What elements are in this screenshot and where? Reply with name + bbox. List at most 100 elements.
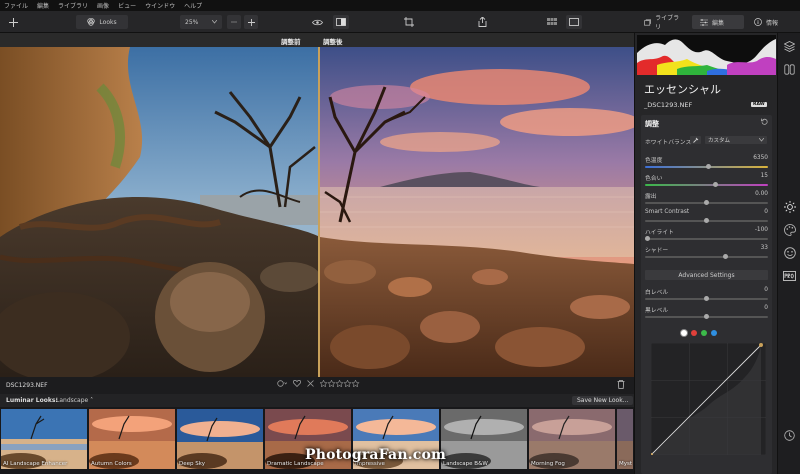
- canvas-button[interactable]: [783, 63, 796, 76]
- star-rating-icon[interactable]: [320, 380, 360, 387]
- tint-slider[interactable]: [645, 182, 768, 187]
- blacks-slider[interactable]: [645, 314, 768, 319]
- temperature-value: 6350: [753, 155, 768, 161]
- channel-rgb-button[interactable]: [681, 330, 687, 336]
- shadows-value: 33: [760, 245, 768, 251]
- eyedropper-icon: [693, 137, 699, 143]
- advanced-settings-button[interactable]: Advanced Settings: [645, 270, 768, 280]
- tab-edit[interactable]: 編集: [692, 15, 744, 29]
- menu-library[interactable]: ライブラリ: [58, 1, 88, 10]
- white-balance-value: カスタム: [708, 138, 731, 144]
- curve-channel-selector: [681, 330, 717, 336]
- tint-label: 色合い: [645, 176, 663, 182]
- slider-knob[interactable]: [713, 182, 719, 187]
- slider-knob[interactable]: [704, 314, 709, 319]
- look-name: Myst: [619, 461, 633, 467]
- slider-knob[interactable]: [704, 218, 709, 223]
- looks-icon: [87, 18, 96, 26]
- highlights-value: -100: [754, 227, 768, 233]
- white-balance-select[interactable]: カスタム: [705, 136, 767, 144]
- panel-filename: _DSC1293.NEF: [644, 101, 693, 109]
- exposure-slider[interactable]: [645, 200, 768, 205]
- temperature-label: 色温度: [645, 158, 663, 164]
- pro-icon: [783, 270, 796, 281]
- section-title: エッセンシャル: [644, 83, 721, 96]
- essentials-button[interactable]: [783, 200, 796, 213]
- tone-curve[interactable]: [651, 343, 766, 455]
- add-image-button[interactable]: [4, 15, 22, 29]
- zoom-in-button[interactable]: [244, 15, 258, 29]
- tint-value: 15: [760, 173, 768, 179]
- tab-library[interactable]: ライブラリ: [636, 15, 690, 31]
- whites-value: 0: [764, 287, 768, 293]
- channel-blue-button[interactable]: [711, 330, 717, 336]
- delete-button[interactable]: [617, 380, 625, 391]
- smart-contrast-slider[interactable]: [645, 218, 768, 223]
- reset-button[interactable]: [761, 118, 768, 127]
- looks-category-select[interactable]: Landscape ˄: [56, 397, 93, 404]
- after-label: 調整後: [323, 38, 343, 46]
- shadows-slider[interactable]: [645, 254, 768, 259]
- grid-view-button[interactable]: [544, 15, 560, 29]
- menu-window[interactable]: ウインドウ: [145, 1, 175, 10]
- photo-after: [320, 47, 634, 377]
- reject-icon[interactable]: [307, 380, 314, 387]
- menu-view[interactable]: ビュー: [118, 1, 136, 10]
- look-thumbnail[interactable]: Autumn Colors: [89, 409, 175, 469]
- menu-edit[interactable]: 編集: [37, 1, 49, 10]
- exposure-label: 露出: [645, 194, 657, 200]
- whites-slider[interactable]: [645, 296, 768, 301]
- smart-contrast-value: 0: [764, 209, 768, 215]
- photo-before: [0, 47, 320, 377]
- single-view-button[interactable]: [566, 15, 582, 29]
- slider-knob[interactable]: [706, 164, 712, 169]
- highlights-slider[interactable]: [645, 236, 768, 241]
- slider-knob[interactable]: [704, 296, 709, 301]
- share-button[interactable]: [473, 15, 491, 29]
- crop-button[interactable]: [400, 15, 418, 29]
- heart-icon[interactable]: [293, 380, 301, 387]
- sun-icon: [783, 200, 796, 213]
- looks-header: Luminar Looks: Landscape ˄ Save New Look…: [0, 394, 634, 407]
- undo-icon: [761, 118, 768, 125]
- whites-label: 白レベル: [645, 290, 669, 296]
- zoom-out-button[interactable]: [227, 15, 241, 29]
- image-canvas[interactable]: 調整前 調整後: [0, 33, 634, 377]
- slider-knob[interactable]: [645, 236, 650, 241]
- looks-button[interactable]: Looks: [76, 15, 128, 29]
- history-button[interactable]: [783, 429, 796, 442]
- color-label-icon[interactable]: [277, 380, 287, 387]
- split-view-icon: [336, 18, 346, 26]
- preview-button[interactable]: [309, 15, 325, 29]
- look-name: AI Landscape Enhancer: [3, 461, 68, 467]
- slider-knob[interactable]: [722, 254, 728, 259]
- tab-info[interactable]: 情報: [746, 15, 798, 29]
- zoom-select[interactable]: 25%: [180, 15, 222, 29]
- single-image-icon: [569, 18, 579, 26]
- look-thumbnail[interactable]: Morning Fog: [529, 409, 615, 469]
- look-thumbnail[interactable]: Myst: [617, 409, 633, 469]
- info-icon: [754, 18, 762, 26]
- compare-divider-handle[interactable]: [318, 47, 320, 377]
- creative-button[interactable]: [783, 223, 796, 236]
- menu-help[interactable]: ヘルプ: [184, 1, 202, 10]
- clock-icon: [784, 430, 795, 441]
- menu-bar: ファイル 編集 ライブラリ 画像 ビュー ウインドウ ヘルプ: [0, 0, 800, 11]
- look-name: Autumn Colors: [91, 461, 132, 467]
- save-new-look-button[interactable]: Save New Look...: [572, 396, 634, 405]
- compare-button[interactable]: [333, 15, 349, 29]
- look-thumbnail[interactable]: AI Landscape Enhancer: [1, 409, 87, 469]
- channel-red-button[interactable]: [691, 330, 697, 336]
- white-balance-picker[interactable]: [690, 136, 701, 144]
- menu-file[interactable]: ファイル: [4, 1, 28, 10]
- menu-image[interactable]: 画像: [97, 1, 109, 10]
- pro-button[interactable]: [783, 269, 796, 282]
- portrait-button[interactable]: [783, 246, 796, 259]
- slider-knob[interactable]: [704, 200, 709, 205]
- temperature-slider[interactable]: [645, 164, 768, 169]
- look-thumbnail[interactable]: Deep Sky: [177, 409, 263, 469]
- channel-green-button[interactable]: [701, 330, 707, 336]
- layers-button[interactable]: [783, 40, 796, 53]
- trash-icon: [617, 380, 625, 389]
- look-thumbnail[interactable]: Landscape B&W: [441, 409, 527, 469]
